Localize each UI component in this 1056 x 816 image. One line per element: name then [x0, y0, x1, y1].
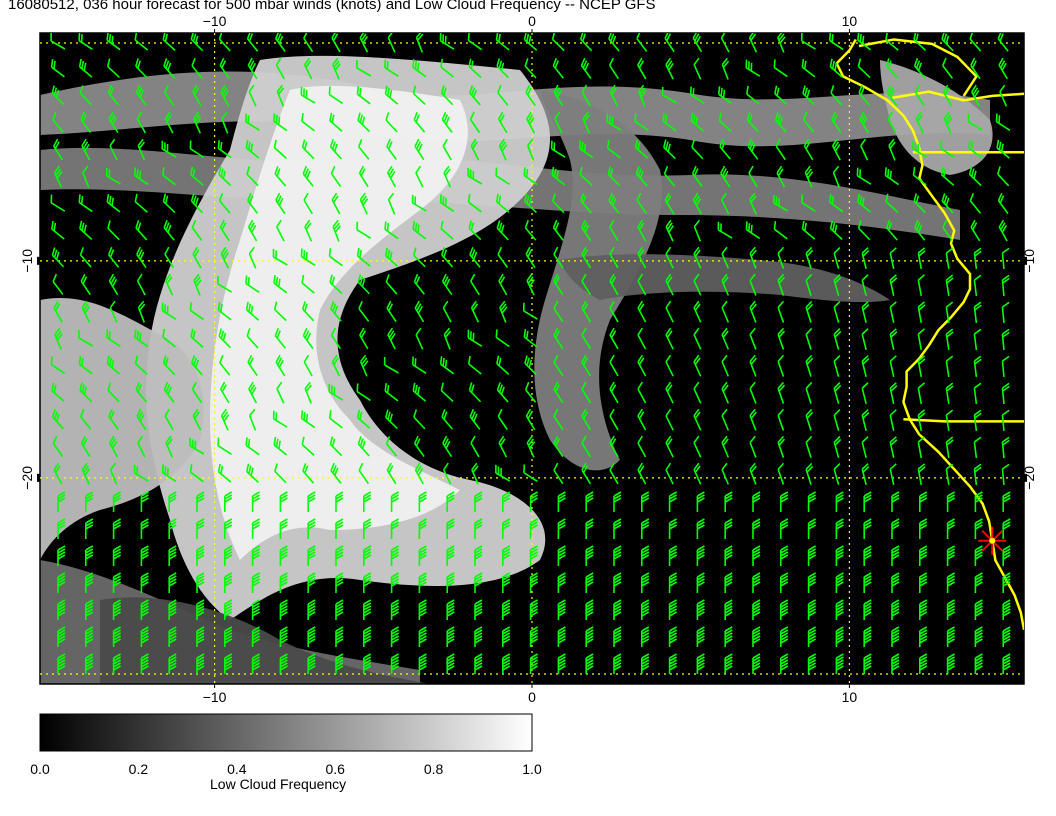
- left-tick-mark: [37, 473, 40, 482]
- bottom-tick-label: 10: [842, 689, 858, 705]
- colorbar-tick-label: 0.6: [325, 761, 345, 777]
- map-figure: −10 −10 0 0 10 10 −10 −10 −20 −20 0.0 0.2 0.4 0.6 0.8…: [19, 13, 1037, 777]
- colorbar-tick-label: 0.4: [227, 761, 247, 777]
- colorbar-tick-label: 1.0: [522, 761, 542, 777]
- right-tick-label: −10: [1021, 249, 1037, 273]
- top-tick-label: 10: [842, 13, 858, 29]
- colorbar-gradient: [39, 713, 533, 752]
- colorbar-tick-label: 0.8: [424, 761, 444, 777]
- left-tick-label: −10: [19, 249, 35, 273]
- right-tick-mark: [1024, 256, 1027, 265]
- bottom-tick-label: −10: [203, 689, 227, 705]
- marker-center: [989, 537, 996, 544]
- location-marker: [978, 526, 1007, 555]
- top-tick-label: 0: [528, 13, 536, 29]
- right-tick-label: −20: [1021, 466, 1037, 490]
- right-tick-mark: [1024, 473, 1027, 482]
- colorbar-ticks: 0.0 0.2 0.4 0.6 0.8 1.0: [30, 761, 542, 777]
- colorbar: 0.0 0.2 0.4 0.6 0.8 1.0: [30, 713, 542, 777]
- colorbar-tick-label: 0.0: [30, 761, 50, 777]
- bottom-tick-label: 0: [528, 689, 536, 705]
- colorbar-title: Low Cloud Frequency: [210, 776, 347, 792]
- top-tick-label: −10: [203, 13, 227, 29]
- left-tick-mark: [37, 256, 40, 265]
- left-tick-label: −20: [19, 466, 35, 490]
- colorbar-tick-label: 0.2: [129, 761, 149, 777]
